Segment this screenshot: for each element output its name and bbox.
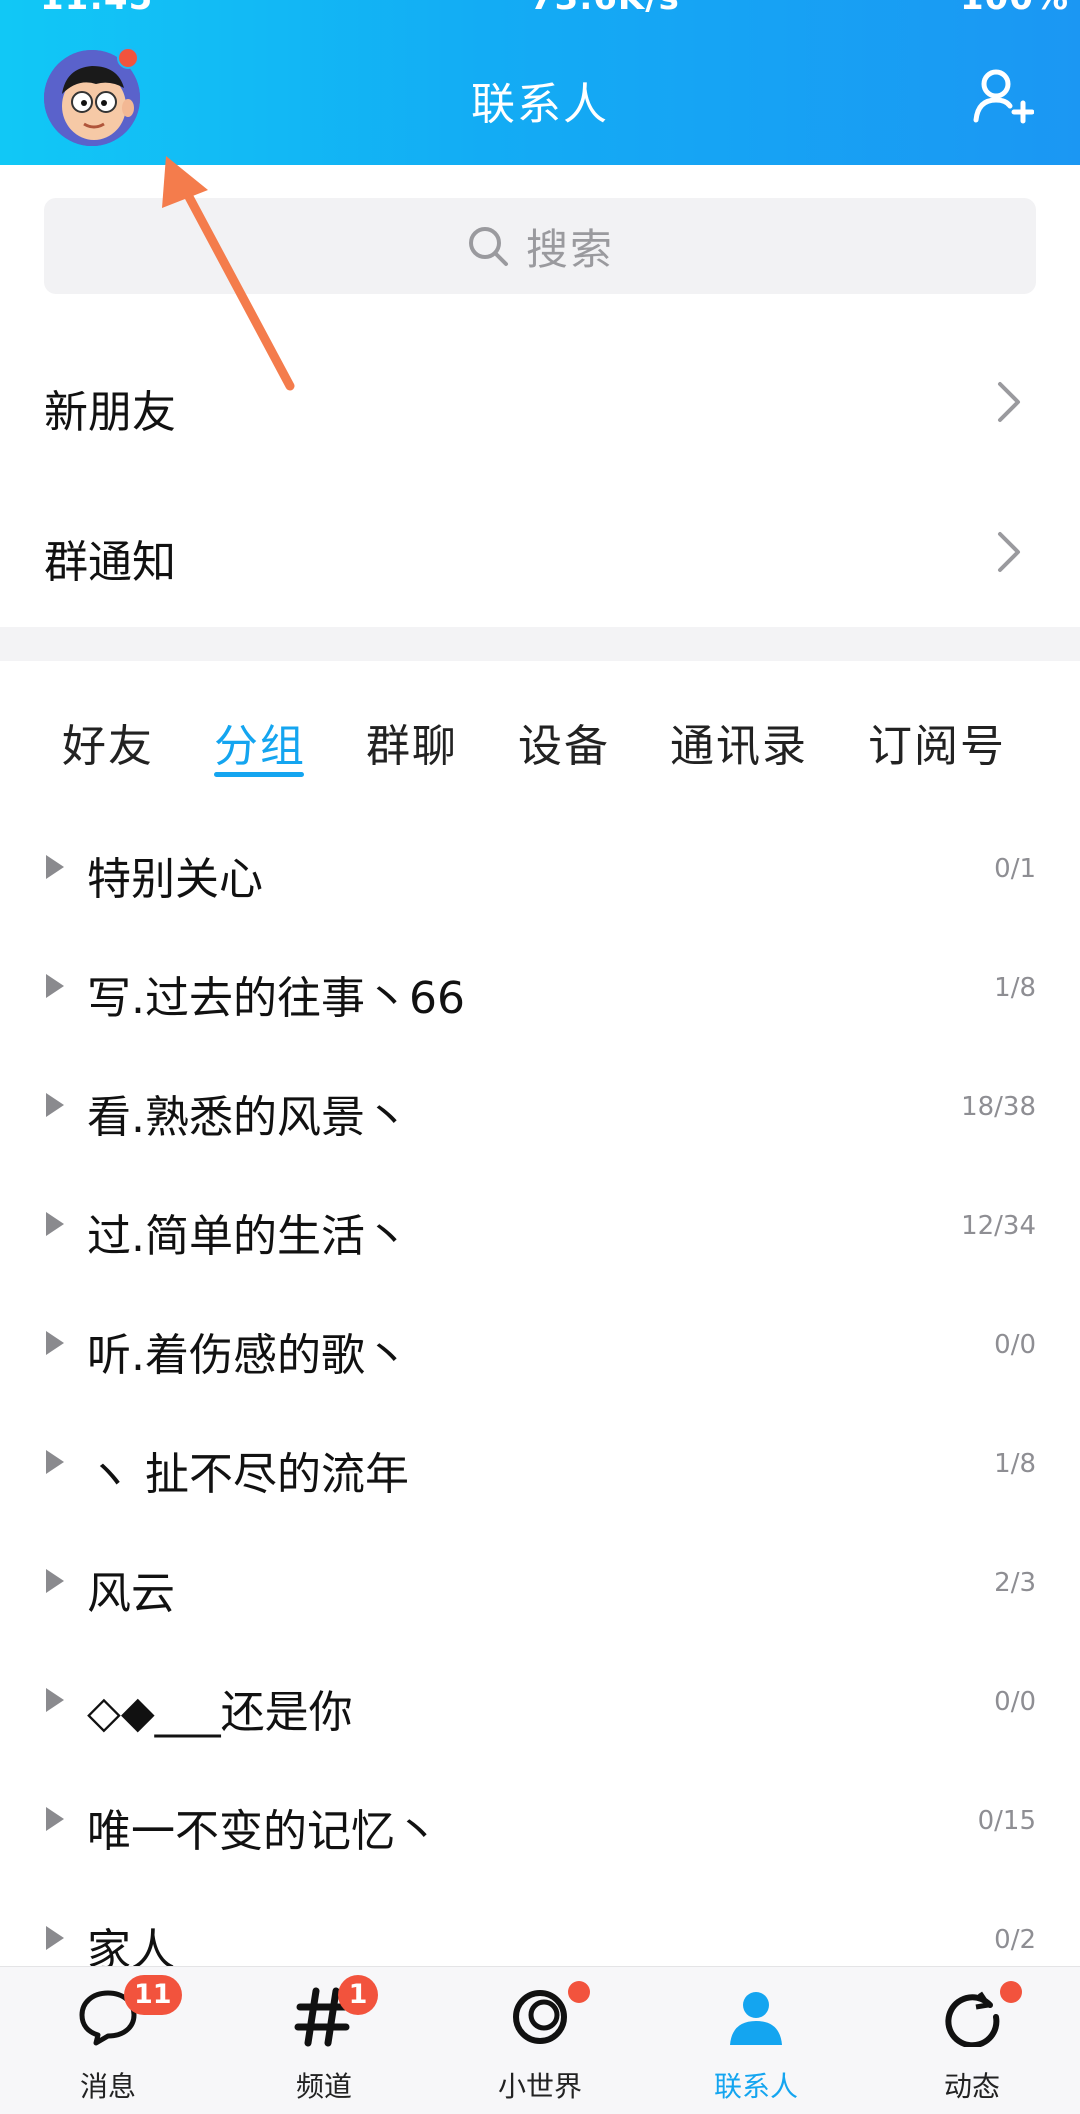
active-tab-underline	[214, 772, 304, 777]
tab-devices[interactable]: 设备	[518, 710, 610, 774]
tab-address-book[interactable]: 通讯录	[670, 710, 808, 774]
group-count: 0/1	[994, 854, 1036, 884]
tab-group-chats[interactable]: 群聊	[366, 710, 458, 774]
group-count: 0/0	[994, 1687, 1036, 1717]
group-notifications-label: 群通知	[44, 537, 176, 588]
moments-icon	[945, 1991, 1000, 2047]
expand-arrow-icon	[46, 1450, 64, 1474]
bottom-tab-label: 小世界	[497, 2070, 582, 2103]
top-header: 11:45 73.6K/s 100% 联系人	[0, 0, 1080, 165]
group-row[interactable]: 听.着伤感的歌丶 0/0	[0, 1287, 1080, 1406]
bottom-tab-label: 联系人	[713, 2070, 798, 2103]
bottom-tab-label: 频道	[295, 2070, 352, 2103]
expand-arrow-icon	[46, 1807, 64, 1831]
group-row[interactable]: ◇◆___还是你 0/0	[0, 1644, 1080, 1763]
group-name: 写.过去的往事丶66	[87, 973, 465, 1024]
group-row[interactable]: 风云 2/3	[0, 1525, 1080, 1644]
status-network-speed: 73.6K/s	[530, 0, 680, 18]
messages-badge: 11	[124, 1975, 182, 2015]
bottom-tab-label: 消息	[79, 2070, 136, 2103]
tab-subscriptions[interactable]: 订阅号	[868, 710, 1006, 774]
small-world-icon	[513, 1990, 567, 2044]
group-name: ◇◆___还是你	[87, 1687, 353, 1738]
group-count: 2/3	[994, 1568, 1036, 1598]
group-name: 唯一不变的记忆丶	[87, 1806, 439, 1857]
group-count: 1/8	[994, 1449, 1036, 1479]
group-row[interactable]: 唯一不变的记忆丶 0/15	[0, 1763, 1080, 1882]
group-name: 特别关心	[87, 854, 263, 905]
group-name: 过.简单的生活丶	[87, 1211, 409, 1262]
tab-friends[interactable]: 好友	[62, 710, 154, 774]
expand-arrow-icon	[46, 974, 64, 998]
search-placeholder: 搜索	[525, 224, 614, 274]
group-notifications-row[interactable]: 群通知	[0, 478, 1080, 628]
expand-arrow-icon	[46, 1926, 64, 1950]
search-icon	[468, 227, 508, 266]
group-name: 看.熟悉的风景丶	[87, 1092, 409, 1143]
expand-arrow-icon	[46, 1569, 64, 1593]
group-count: 1/8	[994, 973, 1036, 1003]
group-row[interactable]: ヽ 扯不尽的流年 1/8	[0, 1406, 1080, 1525]
bottom-tab-bar: 11 消息 1 频道 小世界 联系人 动态	[0, 1966, 1080, 2114]
group-row[interactable]: 过.简单的生活丶 12/34	[0, 1168, 1080, 1287]
bottom-tab-label: 动态	[943, 2070, 1000, 2103]
status-battery: 100%	[960, 0, 1069, 18]
group-row[interactable]: 特别关心 0/1	[0, 811, 1080, 930]
expand-arrow-icon	[46, 1688, 64, 1712]
chevron-right-icon	[998, 382, 1020, 422]
status-time: 11:45	[40, 0, 153, 18]
group-count: 0/2	[994, 1925, 1036, 1955]
moments-dot	[1000, 1981, 1022, 2003]
group-name: 听.着伤感的歌丶	[87, 1330, 409, 1381]
bottom-tab-messages[interactable]: 11 消息	[0, 1967, 216, 2114]
expand-arrow-icon	[46, 1212, 64, 1236]
group-row[interactable]: 写.过去的往事丶66 1/8	[0, 930, 1080, 1049]
bottom-tab-small-world[interactable]: 小世界	[432, 1967, 648, 2114]
contacts-icon	[730, 1992, 782, 2045]
add-friend-icon[interactable]	[970, 64, 1034, 128]
small-world-dot	[568, 1981, 590, 2003]
bottom-tab-contacts[interactable]: 联系人	[648, 1967, 864, 2114]
group-count: 0/0	[994, 1330, 1036, 1360]
group-count: 12/34	[961, 1211, 1036, 1241]
chevron-right-icon	[998, 532, 1020, 572]
status-bar: 11:45 73.6K/s 100%	[0, 0, 1080, 18]
group-count: 18/38	[961, 1092, 1036, 1122]
group-row[interactable]: 看.熟悉的风景丶 18/38	[0, 1049, 1080, 1168]
expand-arrow-icon	[46, 855, 64, 879]
page-title: 联系人	[471, 79, 609, 130]
channels-badge: 1	[338, 1975, 378, 2015]
avatar-notification-dot	[117, 47, 139, 69]
group-name: ヽ 扯不尽的流年	[87, 1449, 409, 1500]
annotation-arrow-icon	[162, 156, 295, 391]
bottom-tab-channels[interactable]: 1 频道	[216, 1967, 432, 2114]
bottom-tab-moments[interactable]: 动态	[864, 1967, 1080, 2114]
contacts-tabs: 好友 分组 群聊 设备 通讯录 订阅号	[0, 700, 1080, 790]
section-divider	[0, 627, 1080, 661]
tab-groups[interactable]: 分组	[214, 710, 306, 774]
group-count: 0/15	[977, 1806, 1036, 1836]
group-name: 风云	[87, 1568, 175, 1619]
expand-arrow-icon	[46, 1331, 64, 1355]
expand-arrow-icon	[46, 1093, 64, 1117]
